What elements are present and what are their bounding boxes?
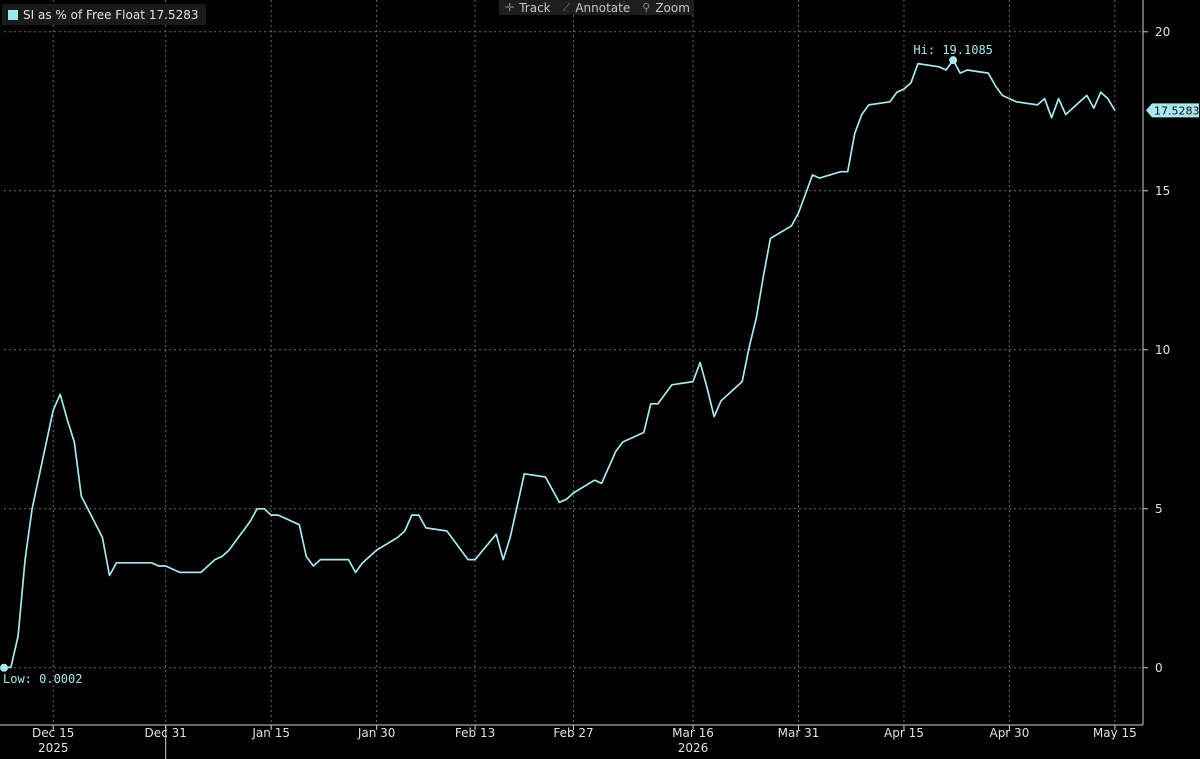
chart-toolbar: ✛ Track ⟋ Annotate ⚲ Zoom	[499, 0, 694, 15]
y-tick-label: 15	[1155, 184, 1170, 198]
last-value-label: 17.5283	[1154, 104, 1200, 117]
axes: 05101520Dec 15 Dec 31 Jan 15 Jan 30 Feb 13 Fe…	[0, 0, 1170, 759]
chart-canvas: 05101520Dec 15 Dec 31 Jan 15 Jan 30 Feb 13 Fe…	[0, 0, 1200, 759]
low-marker	[0, 663, 8, 672]
x-tick-label: Apr 15	[884, 726, 924, 740]
annotate-button[interactable]: ⟋ Annotate	[557, 1, 637, 15]
zoom-button[interactable]: ⚲ Zoom	[636, 1, 696, 15]
track-label: Track	[519, 0, 551, 15]
high-marker	[949, 56, 958, 65]
x-tick-label: Apr 30	[989, 726, 1029, 740]
x-tick-label: Jan 30	[357, 726, 396, 740]
x-year-label: 2025	[38, 741, 69, 755]
x-tick-label: Jan 15	[251, 726, 290, 740]
series-layer	[3, 59, 1116, 669]
x-tick-label: May 15	[1093, 726, 1137, 740]
low-label: Low: 0.0002	[3, 672, 82, 686]
legend-swatch	[8, 9, 18, 20]
pencil-icon: ⟋	[562, 0, 571, 14]
legend[interactable]: SI as % of Free Float 17.5283	[2, 4, 206, 25]
zoom-label: Zoom	[655, 0, 690, 15]
x-tick-label: Feb 13	[455, 726, 495, 740]
annotate-label: Annotate	[575, 0, 631, 15]
x-tick-label: Dec 15	[32, 726, 74, 740]
x-year-label: 2026	[678, 741, 709, 755]
magnifier-icon: ⚲	[642, 1, 651, 14]
y-tick-label: 5	[1155, 502, 1163, 516]
series-line	[3, 59, 1116, 669]
x-tick-label: Feb 27	[553, 726, 593, 740]
y-tick-label: 10	[1155, 343, 1170, 357]
crosshair-icon: ✛	[505, 1, 515, 14]
y-tick-label: 0	[1155, 661, 1163, 675]
annotations: Hi: 19.1085 Low: 0.0002 17.5283	[0, 43, 1200, 686]
legend-label: SI as % of Free Float	[23, 7, 145, 22]
grid-lines	[4, 0, 1143, 725]
y-tick-label: 20	[1155, 25, 1170, 39]
x-tick-label: Mar 16	[672, 726, 714, 740]
high-label: Hi: 19.1085	[913, 43, 992, 57]
legend-value: 17.5283	[148, 7, 199, 22]
track-button[interactable]: ✛ Track	[499, 1, 557, 15]
x-tick-label: Mar 31	[778, 726, 820, 740]
